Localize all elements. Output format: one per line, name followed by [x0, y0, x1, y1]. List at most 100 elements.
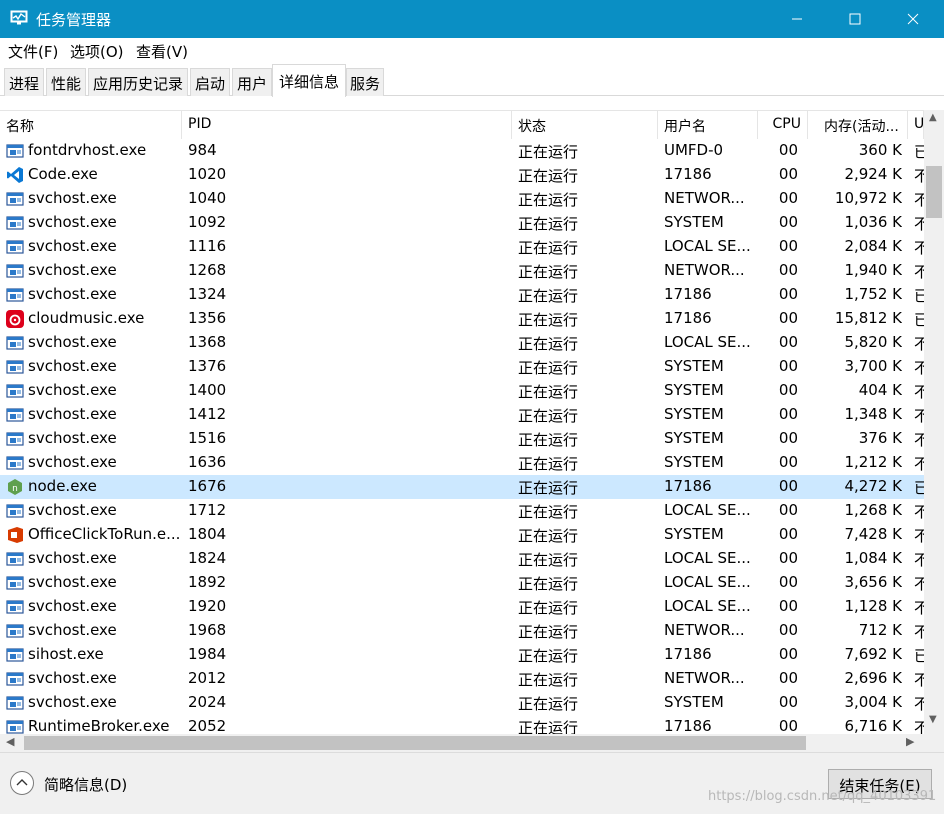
menu-options[interactable]: 选项(O)	[70, 41, 124, 62]
column-header-status[interactable]: 状态	[512, 111, 658, 139]
table-row[interactable]: svchost.exe 1636 正在运行 SYSTEM 00 1,212 K 不	[0, 451, 924, 475]
watermark-text: https://blog.csdn.net/qq_40103391	[708, 789, 937, 804]
table-row[interactable]: svchost.exe 1920 正在运行 LOCAL SE... 00 1,128 K 不	[0, 595, 924, 619]
horizontal-scroll-thumb[interactable]	[24, 736, 806, 750]
status-cell: 正在运行	[518, 407, 579, 425]
maximize-button[interactable]	[826, 0, 884, 38]
cpu-cell: 00	[778, 141, 798, 159]
description-cell: 不	[914, 525, 924, 547]
process-name-cell: Code.exe	[28, 165, 98, 183]
table-row[interactable]: svchost.exe 1412 正在运行 SYSTEM 00 1,348 K 不	[0, 403, 924, 427]
tab-startup[interactable]: 启动	[190, 68, 230, 96]
user-name-cell: SYSTEM	[664, 525, 724, 543]
service-exe-icon	[6, 358, 24, 376]
process-name-cell: svchost.exe	[28, 693, 117, 711]
user-name-cell: SYSTEM	[664, 381, 724, 399]
table-row[interactable]: svchost.exe 1824 正在运行 LOCAL SE... 00 1,084 K 不	[0, 547, 924, 571]
status-cell: 正在运行	[518, 335, 579, 353]
horizontal-scrollbar[interactable]: ◀ ▶	[0, 734, 924, 752]
menu-view[interactable]: 查看(V)	[136, 41, 188, 62]
memory-cell: 4,272 K	[844, 477, 902, 495]
memory-cell: 1,268 K	[844, 501, 902, 519]
fewer-details-label[interactable]: 简略信息(D)	[44, 774, 127, 795]
tab-users[interactable]: 用户	[232, 68, 272, 96]
cpu-cell: 00	[778, 165, 798, 183]
cpu-cell: 00	[778, 405, 798, 423]
pid-cell: 1824	[188, 549, 227, 567]
table-row[interactable]: svchost.exe 2024 正在运行 SYSTEM 00 3,004 K 不	[0, 691, 924, 715]
column-header-name[interactable]: 名称	[0, 111, 182, 139]
minimize-button[interactable]	[768, 0, 826, 38]
tab-details[interactable]: 详细信息	[272, 64, 346, 97]
memory-cell: 1,752 K	[844, 285, 902, 303]
service-exe-icon	[6, 406, 24, 424]
table-row[interactable]: n node.exe 1676 正在运行 17186 00 4,272 K 已	[0, 475, 924, 499]
cpu-cell: 00	[778, 333, 798, 351]
process-name-cell: svchost.exe	[28, 597, 117, 615]
status-cell: 正在运行	[518, 695, 579, 713]
table-row[interactable]: sihost.exe 1984 正在运行 17186 00 7,692 K 已	[0, 643, 924, 667]
description-cell: 已	[914, 141, 924, 163]
table-row[interactable]: svchost.exe 1400 正在运行 SYSTEM 00 404 K 不	[0, 379, 924, 403]
process-name-cell: svchost.exe	[28, 453, 117, 471]
table-row[interactable]: svchost.exe 2012 正在运行 NETWOR... 00 2,696 K 不	[0, 667, 924, 691]
service-exe-icon	[6, 670, 24, 688]
task-manager-icon	[10, 10, 28, 26]
description-cell: 不	[914, 573, 924, 595]
description-cell: 不	[914, 549, 924, 571]
table-row[interactable]: OfficeClickToRun.e... 1804 正在运行 SYSTEM 00 7,4…	[0, 523, 924, 547]
title-bar[interactable]: 任务管理器	[0, 0, 944, 38]
service-exe-icon	[6, 646, 24, 664]
column-header-cpu[interactable]: CPU	[758, 111, 808, 139]
memory-cell: 3,004 K	[844, 693, 902, 711]
table-row[interactable]: svchost.exe 1516 正在运行 SYSTEM 00 376 K 不	[0, 427, 924, 451]
vertical-scroll-thumb[interactable]	[926, 166, 942, 218]
svg-text:n: n	[12, 484, 18, 494]
table-row[interactable]: svchost.exe 1968 正在运行 NETWOR... 00 712 K 不	[0, 619, 924, 643]
table-row[interactable]: fontdrvhost.exe 984 正在运行 UMFD-0 00 360 K 已	[0, 139, 924, 163]
status-cell: 正在运行	[518, 191, 579, 209]
pid-cell: 1984	[188, 645, 227, 663]
cpu-cell: 00	[778, 285, 798, 303]
user-name-cell: NETWOR...	[664, 621, 745, 639]
process-name-cell: cloudmusic.exe	[28, 309, 145, 327]
tab-app-history[interactable]: 应用历史记录	[88, 68, 188, 96]
status-cell: 正在运行	[518, 215, 579, 233]
table-row[interactable]: RuntimeBroker.exe 2052 正在运行 17186 00 6,716 K 不	[0, 715, 924, 734]
table-row[interactable]: svchost.exe 1376 正在运行 SYSTEM 00 3,700 K 不	[0, 355, 924, 379]
table-row[interactable]: svchost.exe 1040 正在运行 NETWOR... 00 10,972 K 不	[0, 187, 924, 211]
table-row[interactable]: svchost.exe 1712 正在运行 LOCAL SE... 00 1,268 K 不	[0, 499, 924, 523]
description-cell: 不	[914, 717, 924, 734]
status-cell: 正在运行	[518, 503, 579, 521]
scroll-up-arrow-icon[interactable]: ▲	[929, 112, 937, 123]
scroll-right-arrow-icon[interactable]: ▶	[906, 735, 914, 748]
table-row[interactable]: svchost.exe 1116 正在运行 LOCAL SE... 00 2,084 K 不	[0, 235, 924, 259]
status-cell: 正在运行	[518, 287, 579, 305]
process-name-cell: svchost.exe	[28, 213, 117, 231]
tab-services[interactable]: 服务	[346, 68, 384, 96]
pid-cell: 1376	[188, 357, 227, 375]
tab-performance[interactable]: 性能	[46, 68, 86, 96]
table-row[interactable]: svchost.exe 1892 正在运行 LOCAL SE... 00 3,656 K 不	[0, 571, 924, 595]
fewer-details-button[interactable]	[10, 771, 34, 795]
scroll-left-arrow-icon[interactable]: ◀	[6, 735, 14, 748]
scroll-down-arrow-icon[interactable]: ▼	[929, 714, 937, 725]
table-row[interactable]: cloudmusic.exe 1356 正在运行 17186 00 15,812 K 已	[0, 307, 924, 331]
close-button[interactable]	[884, 0, 942, 38]
cpu-cell: 00	[778, 189, 798, 207]
tab-processes[interactable]: 进程	[4, 68, 44, 96]
column-header-memory[interactable]: 内存(活动...	[808, 111, 908, 139]
table-row[interactable]: Code.exe 1020 正在运行 17186 00 2,924 K 不	[0, 163, 924, 187]
service-exe-icon	[6, 238, 24, 256]
vertical-scrollbar[interactable]: ▲ ▼	[924, 110, 944, 734]
status-cell: 正在运行	[518, 143, 579, 161]
table-row[interactable]: svchost.exe 1268 正在运行 NETWOR... 00 1,940 K 不	[0, 259, 924, 283]
user-name-cell: 17186	[664, 645, 712, 663]
table-row[interactable]: svchost.exe 1324 正在运行 17186 00 1,752 K 已	[0, 283, 924, 307]
table-row[interactable]: svchost.exe 1368 正在运行 LOCAL SE... 00 5,820 K 不	[0, 331, 924, 355]
table-row[interactable]: svchost.exe 1092 正在运行 SYSTEM 00 1,036 K 不	[0, 211, 924, 235]
service-exe-icon	[6, 622, 24, 640]
menu-file[interactable]: 文件(F)	[8, 41, 58, 62]
column-header-description[interactable]: U	[908, 111, 924, 139]
column-header-user[interactable]: 用户名	[658, 111, 758, 139]
